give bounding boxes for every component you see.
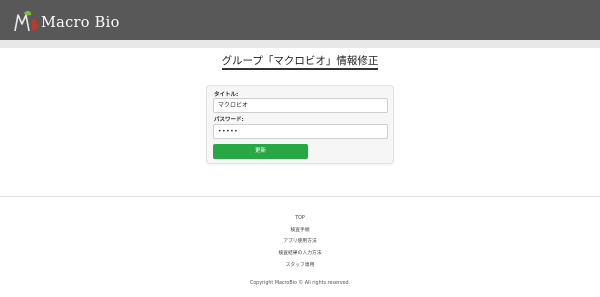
- site-header: Macro Bio: [0, 0, 600, 40]
- site-logo[interactable]: Macro Bio: [12, 10, 120, 32]
- copyright-text: Copyright MacroBio © All rights reserved…: [249, 281, 351, 286]
- footer-divider: [0, 196, 600, 197]
- page-title: グループ「マクロビオ」情報修正: [221, 55, 379, 67]
- password-input[interactable]: •••••: [213, 124, 388, 139]
- macrobio-leaf-logo-icon: [12, 10, 40, 32]
- title-input[interactable]: マクロビオ: [213, 98, 388, 113]
- footer-link-result-input[interactable]: 検査結果の入力方法: [0, 248, 600, 260]
- footer-nav: TOP 検査手順 アプリ使用方法 検査結果の入力方法 スタッフ専用: [0, 213, 600, 272]
- footer-link-app-usage[interactable]: アプリ使用方法: [0, 236, 600, 248]
- footer-link-top[interactable]: TOP: [0, 213, 600, 225]
- password-field-label: パスワード:: [214, 117, 244, 123]
- footer-link-staff-only[interactable]: スタッフ専用: [0, 260, 600, 272]
- group-edit-form: タイトル: マクロビオ パスワード: ••••• 更新: [206, 85, 394, 164]
- brand-name: Macro Bio: [41, 15, 120, 31]
- header-subbar: [0, 40, 600, 48]
- page-title-underline: [222, 68, 378, 70]
- footer-link-inspection-procedure[interactable]: 検査手順: [0, 225, 600, 237]
- update-button[interactable]: 更新: [213, 144, 308, 159]
